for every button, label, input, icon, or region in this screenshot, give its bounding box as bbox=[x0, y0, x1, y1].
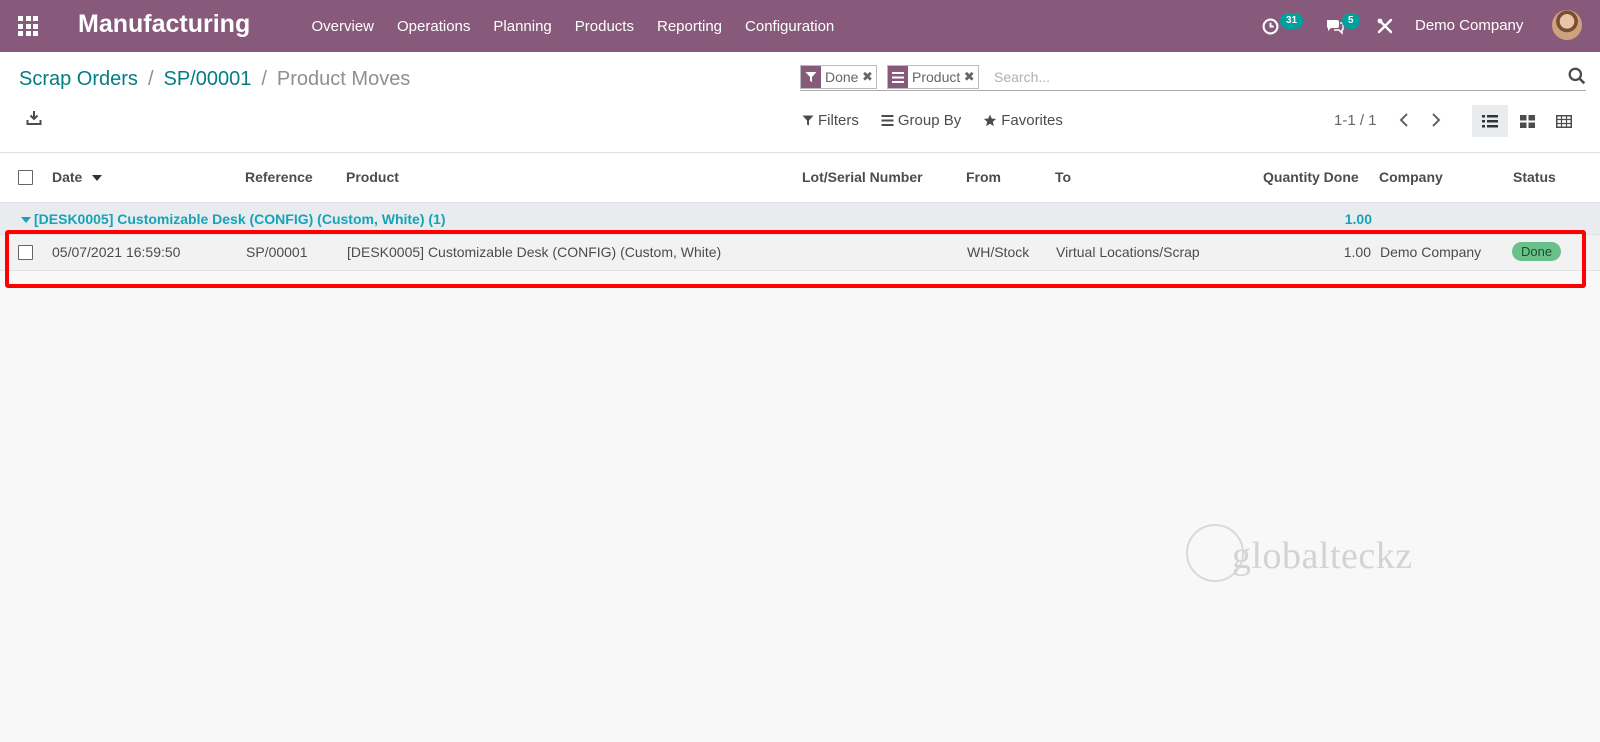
group-by-icon bbox=[881, 115, 894, 126]
group-by-button[interactable]: Group By bbox=[881, 112, 961, 129]
group-by-icon bbox=[888, 66, 908, 88]
column-header-lot[interactable]: Lot/Serial Number bbox=[802, 169, 923, 185]
select-all-checkbox[interactable] bbox=[18, 170, 33, 185]
search-bar: Done ✖ Product ✖ bbox=[800, 64, 1586, 91]
column-date-label: Date bbox=[52, 169, 83, 185]
breadcrumb-separator: / bbox=[261, 68, 267, 90]
table-row[interactable]: 05/07/2021 16:59:50 SP/00001 [DESK0005] … bbox=[0, 235, 1600, 271]
clock-icon bbox=[1262, 18, 1279, 34]
cell-from: WH/Stock bbox=[967, 244, 1030, 260]
list-view-button[interactable] bbox=[1472, 105, 1508, 137]
favorites-label: Favorites bbox=[1001, 112, 1063, 129]
pager-next-icon[interactable] bbox=[1429, 112, 1443, 128]
main-menu: Overview Operations Planning Products Re… bbox=[300, 0, 846, 52]
list-view-icon bbox=[1482, 114, 1498, 127]
column-header-product[interactable]: Product bbox=[346, 169, 399, 185]
breadcrumb: Scrap Orders / SP/00001 / Product Moves bbox=[19, 68, 410, 91]
filters-button[interactable]: Filters bbox=[802, 112, 859, 129]
cell-to: Virtual Locations/Scrap bbox=[1056, 244, 1200, 260]
cell-date: 05/07/2021 16:59:50 bbox=[52, 244, 181, 260]
search-facet-product: Product ✖ bbox=[887, 65, 980, 89]
control-panel: Scrap Orders / SP/00001 / Product Moves … bbox=[0, 52, 1600, 153]
group-row[interactable]: [DESK0005] Customizable Desk (CONFIG) (C… bbox=[0, 203, 1600, 235]
menu-item-planning[interactable]: Planning bbox=[482, 18, 563, 35]
cell-company: Demo Company bbox=[1380, 244, 1482, 260]
pivot-view-button[interactable] bbox=[1546, 105, 1582, 137]
filters-label: Filters bbox=[818, 112, 859, 129]
sort-desc-icon bbox=[92, 175, 103, 182]
filter-icon bbox=[802, 115, 814, 126]
column-header-to[interactable]: To bbox=[1055, 169, 1071, 185]
column-header-date[interactable]: Date bbox=[52, 169, 103, 185]
pager-previous-icon[interactable] bbox=[1397, 112, 1411, 128]
activity-count-badge: 31 bbox=[1280, 13, 1304, 29]
facet-label: Product bbox=[912, 69, 961, 85]
column-header-company[interactable]: Company bbox=[1379, 169, 1443, 185]
export-button[interactable] bbox=[26, 110, 48, 132]
caret-down-icon bbox=[21, 217, 31, 223]
column-header-status[interactable]: Status bbox=[1513, 169, 1556, 185]
remove-facet-icon[interactable]: ✖ bbox=[964, 66, 978, 88]
apps-grid-icon[interactable] bbox=[18, 16, 40, 36]
messaging-menu[interactable] bbox=[1325, 0, 1345, 52]
company-switcher[interactable]: Demo Company bbox=[1415, 17, 1523, 34]
activity-menu[interactable] bbox=[1262, 0, 1279, 52]
menu-item-products[interactable]: Products bbox=[563, 18, 645, 35]
menu-item-operations[interactable]: Operations bbox=[386, 18, 482, 35]
kanban-view-button[interactable] bbox=[1509, 105, 1545, 137]
list-header: Date Reference Product Lot/Serial Number… bbox=[0, 153, 1600, 203]
search-input[interactable] bbox=[994, 66, 1544, 88]
tools-icon bbox=[1377, 18, 1393, 34]
watermark-logo: globalteckz bbox=[1186, 524, 1446, 584]
debug-tools-menu[interactable] bbox=[1377, 0, 1393, 52]
group-quantity-sum: 1.00 bbox=[1344, 211, 1372, 227]
row-checkbox[interactable] bbox=[18, 245, 33, 260]
breadcrumb-scrap-record[interactable]: SP/00001 bbox=[164, 68, 252, 91]
search-facet-done: Done ✖ bbox=[800, 65, 878, 89]
menu-item-overview[interactable]: Overview bbox=[300, 18, 386, 35]
cell-reference: SP/00001 bbox=[246, 244, 308, 260]
column-header-quantity[interactable]: Quantity Done bbox=[1263, 169, 1359, 185]
column-header-reference[interactable]: Reference bbox=[245, 169, 313, 185]
pager-value[interactable]: 1-1 / 1 bbox=[1334, 112, 1377, 129]
top-navbar: Manufacturing Overview Operations Planni… bbox=[0, 0, 1600, 52]
breadcrumb-current: Product Moves bbox=[276, 68, 411, 90]
column-header-from[interactable]: From bbox=[966, 169, 1001, 185]
search-icon[interactable] bbox=[1568, 67, 1586, 85]
status-badge: Done bbox=[1512, 242, 1562, 261]
group-by-label: Group By bbox=[897, 112, 962, 129]
pivot-view-icon bbox=[1556, 114, 1572, 128]
menu-item-reporting[interactable]: Reporting bbox=[645, 18, 733, 35]
filter-icon bbox=[801, 66, 821, 88]
watermark-text: globalteckz bbox=[1232, 535, 1413, 577]
breadcrumb-scrap-orders[interactable]: Scrap Orders bbox=[19, 68, 138, 91]
cell-product: [DESK0005] Customizable Desk (CONFIG) (C… bbox=[347, 244, 722, 260]
facet-label: Done bbox=[825, 69, 859, 85]
kanban-view-icon bbox=[1519, 114, 1535, 128]
favorites-button[interactable]: Favorites bbox=[983, 112, 1063, 129]
message-count-badge: 5 bbox=[1342, 13, 1360, 29]
menu-item-configuration[interactable]: Configuration bbox=[734, 18, 846, 35]
cell-quantity: 1.00 bbox=[1343, 244, 1371, 260]
download-icon bbox=[26, 111, 42, 125]
search-options: Filters Group By Favorites bbox=[802, 112, 1085, 129]
breadcrumb-separator: / bbox=[147, 68, 154, 90]
remove-facet-icon[interactable]: ✖ bbox=[862, 66, 876, 88]
star-icon bbox=[984, 114, 997, 127]
user-avatar[interactable] bbox=[1552, 10, 1582, 40]
app-title[interactable]: Manufacturing bbox=[78, 10, 250, 39]
group-label: [DESK0005] Customizable Desk (CONFIG) (C… bbox=[34, 211, 446, 227]
